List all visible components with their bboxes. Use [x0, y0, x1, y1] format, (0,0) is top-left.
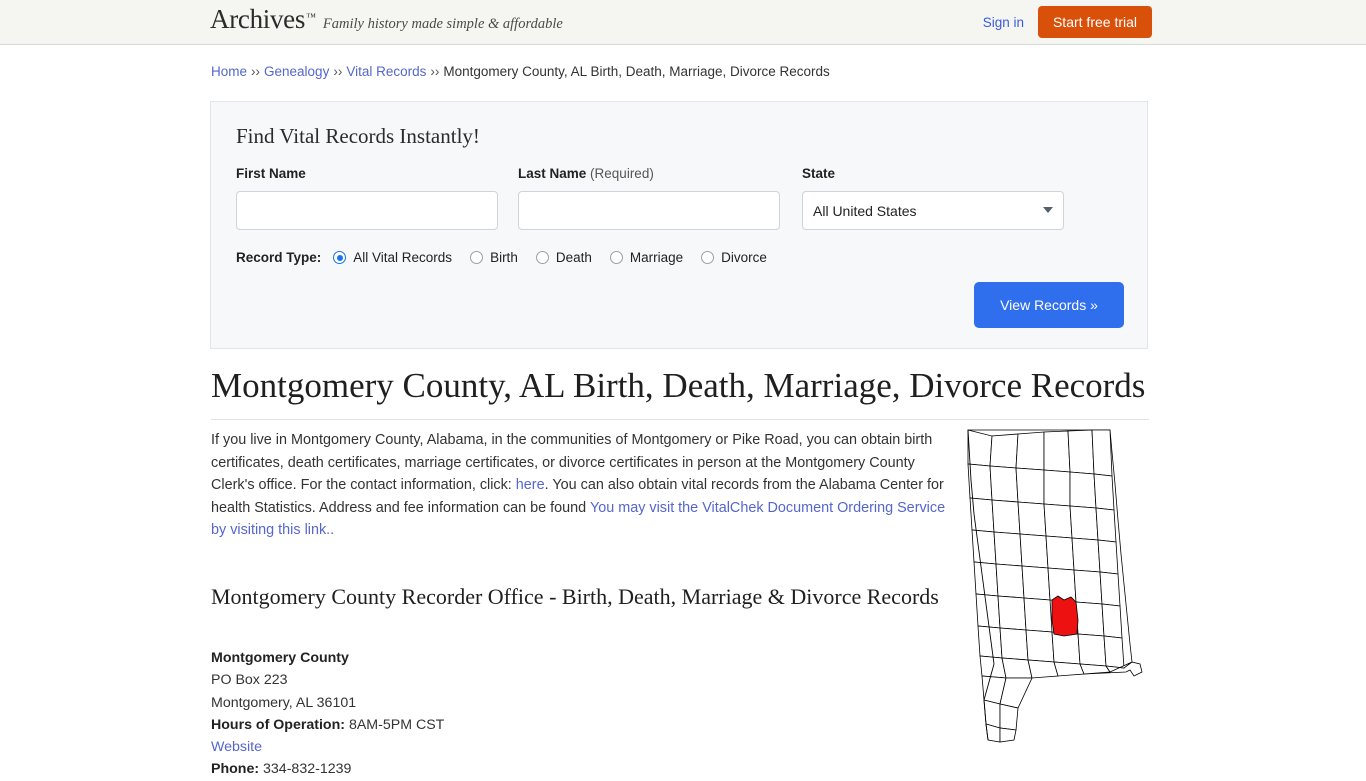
office-website-row: Website: [211, 736, 444, 758]
radio-icon-death[interactable]: [535, 251, 549, 264]
breadcrumb: Home ›› Genealogy ›› Vital Records ›› Montgome…: [211, 64, 830, 79]
record-type-option-marriage[interactable]: Marriage: [609, 250, 684, 265]
record-type-option-divorce-label: Divorce: [721, 250, 767, 265]
last-name-required-note: (Required): [590, 166, 654, 181]
vital-records-search-panel: Find Vital Records Instantly! First Name…: [210, 101, 1148, 349]
start-free-trial-button[interactable]: Start free trial: [1037, 6, 1152, 38]
page-title: Montgomery County, AL Birth, Death, Marr…: [211, 366, 1146, 405]
site-header: Archives ™ Family history made simple & a…: [0, 0, 1366, 45]
first-name-label: First Name: [236, 166, 306, 181]
alabama-county-map: [944, 424, 1150, 744]
state-select-wrapper: All United States: [802, 191, 1064, 230]
record-type-option-birth-label: Birth: [490, 250, 518, 265]
office-hours-value: 8AM-5PM CST: [348, 716, 445, 733]
record-type-label: Record Type:: [236, 250, 322, 265]
recorder-office-heading: Montgomery County Recorder Office - Birt…: [211, 584, 939, 609]
title-divider: [211, 419, 1149, 420]
view-records-button[interactable]: View Records »: [974, 282, 1124, 328]
header-actions: Sign in Start free trial: [983, 0, 1152, 44]
sign-in-link[interactable]: Sign in: [983, 15, 1024, 30]
recorder-office-details: Montgomery County PO Box 223 Montgomery,…: [211, 647, 444, 781]
office-phone-value: 334-832-1239: [263, 761, 352, 778]
radio-icon-birth[interactable]: [470, 251, 484, 264]
last-name-label-text: Last Name: [518, 166, 587, 181]
trademark-icon: ™: [306, 12, 316, 23]
office-address-line2: Montgomery, AL 36101: [211, 694, 357, 711]
breadcrumb-separator: ››: [333, 64, 343, 79]
record-type-option-all[interactable]: All Vital Records: [333, 250, 452, 265]
logo-text: Archives: [210, 4, 306, 34]
office-phone-label: Phone:: [211, 761, 260, 778]
breadcrumb-separator: ››: [251, 64, 261, 79]
record-type-option-marriage-label: Marriage: [629, 250, 684, 265]
radio-icon-divorce[interactable]: [701, 251, 715, 264]
state-field-group: State All United States: [802, 166, 1064, 230]
breadcrumb-item-genealogy[interactable]: Genealogy: [264, 64, 329, 79]
office-phone: Phone: 334-832-1239: [211, 758, 444, 780]
breadcrumb-item-vital-records[interactable]: Vital Records: [346, 64, 426, 79]
intro-paragraph: If you live in Montgomery County, Alabam…: [211, 429, 948, 542]
record-type-option-death[interactable]: Death: [535, 250, 592, 265]
breadcrumb-item-home[interactable]: Home: [211, 64, 247, 79]
first-name-input[interactable]: [236, 191, 498, 230]
record-type-row: Record Type: All Vital Records Birth Dea…: [236, 250, 785, 265]
record-type-option-divorce[interactable]: Divorce: [701, 250, 767, 265]
radio-icon-marriage[interactable]: [609, 251, 623, 264]
office-name: Montgomery County: [211, 650, 349, 666]
office-address-line1: PO Box 223: [211, 672, 288, 689]
record-type-option-all-label: All Vital Records: [353, 250, 453, 265]
breadcrumb-item-current: Montgomery County, AL Birth, Death, Marr…: [443, 64, 830, 79]
site-logo[interactable]: Archives ™ Family history made simple & a…: [210, 6, 563, 33]
last-name-label: Last Name (Required): [518, 166, 780, 181]
montgomery-county-highlight: [1051, 595, 1079, 637]
header-inner: Archives ™ Family history made simple & a…: [0, 0, 1366, 44]
state-label: State: [802, 166, 836, 181]
first-name-field-group: First Name: [236, 166, 498, 230]
record-type-option-birth[interactable]: Birth: [470, 250, 518, 265]
office-hours-label: Hours of Operation:: [211, 716, 345, 733]
logo-tagline: Family history made simple & affordable: [322, 16, 563, 32]
last-name-field-group: Last Name (Required): [518, 166, 780, 230]
last-name-input[interactable]: [518, 191, 780, 230]
radio-icon-all[interactable]: [333, 251, 347, 264]
contact-info-here-link[interactable]: here: [516, 477, 545, 493]
state-select[interactable]: All United States: [802, 191, 1064, 230]
office-website-link[interactable]: Website: [211, 739, 262, 755]
breadcrumb-separator: ››: [430, 64, 440, 79]
office-hours: Hours of Operation: 8AM-5PM CST: [211, 714, 444, 736]
search-panel-title: Find Vital Records Instantly!: [236, 124, 480, 148]
record-type-option-death-label: Death: [555, 250, 592, 265]
